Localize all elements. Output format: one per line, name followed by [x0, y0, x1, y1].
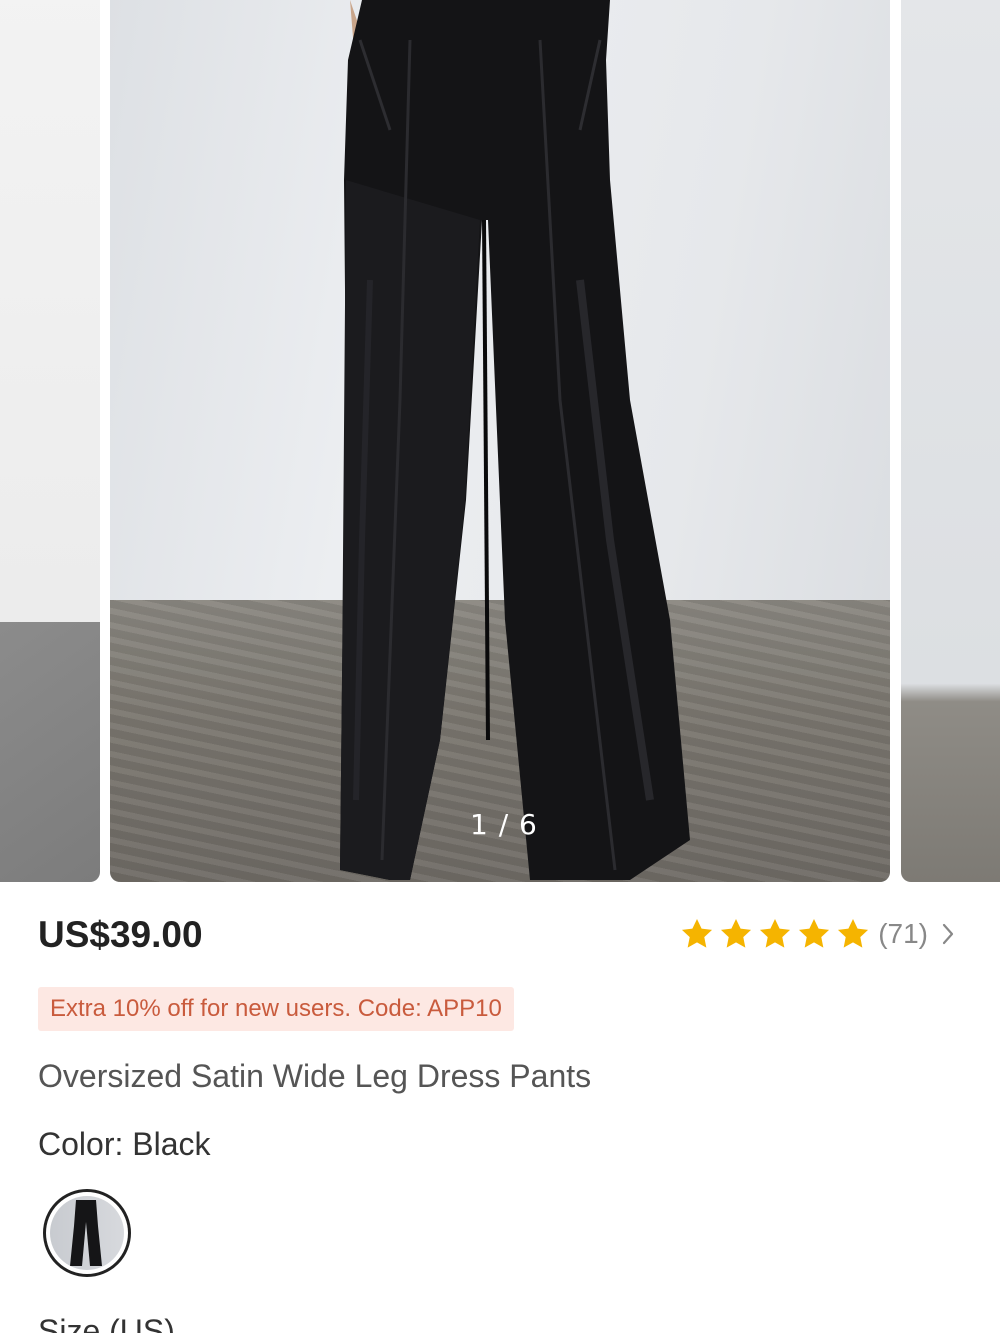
product-price: US$39.00	[38, 914, 203, 955]
star-icon	[682, 918, 713, 948]
review-count: (71)	[878, 918, 928, 949]
star-icon	[799, 918, 830, 948]
color-swatch-black[interactable]	[43, 1189, 131, 1277]
current-product-image[interactable]	[110, 0, 890, 882]
reviews-link[interactable]: (71)	[678, 914, 956, 954]
star-icon	[760, 918, 791, 948]
star-icon	[838, 918, 869, 948]
rating-stars	[678, 915, 872, 953]
promo-text: Extra 10% off for new users. Code: APP10	[50, 995, 502, 1022]
chevron-right-icon	[942, 923, 954, 945]
promo-code-banner[interactable]: Extra 10% off for new users. Code: APP10	[38, 987, 514, 1031]
color-swatch-thumbnail	[50, 1196, 124, 1270]
image-counter: 1 / 6	[470, 808, 538, 841]
next-product-image[interactable]	[901, 0, 1000, 882]
swatch-pants-thumbnail	[70, 1200, 102, 1266]
star-icon	[721, 918, 752, 948]
product-image-carousel[interactable]: 1 / 6	[0, 0, 1000, 882]
size-label: Size (US)	[38, 1313, 175, 1333]
previous-image-fabric	[0, 622, 100, 882]
product-title: Oversized Satin Wide Leg Dress Pants	[38, 1058, 592, 1094]
black-wide-leg-pants-illustration	[340, 0, 690, 880]
color-label: Color: Black	[38, 1126, 211, 1162]
previous-product-image[interactable]	[0, 0, 100, 882]
